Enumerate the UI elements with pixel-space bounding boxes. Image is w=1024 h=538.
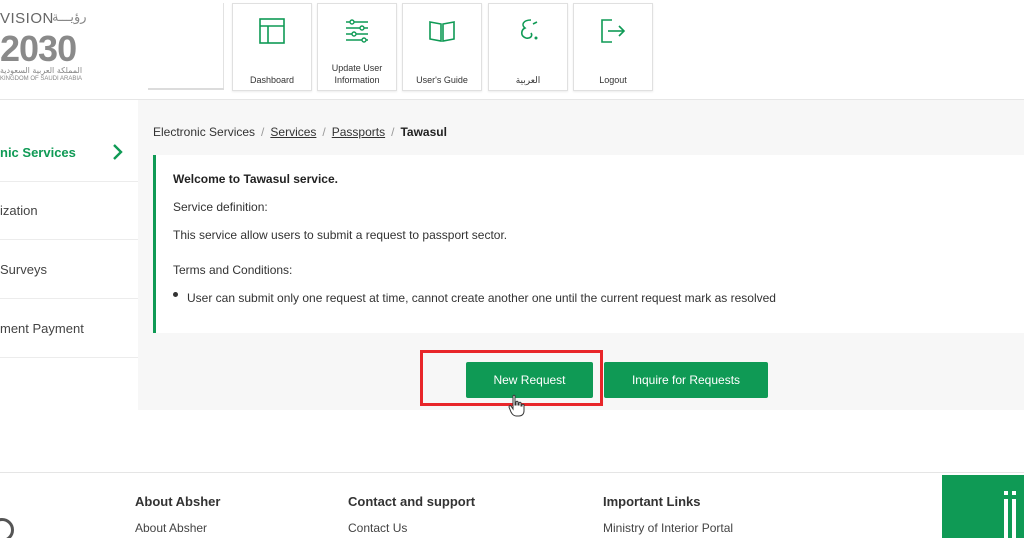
sidebar: nic Services ization Surveys ment Paymen… — [0, 124, 138, 409]
hand-cursor-icon — [508, 394, 525, 417]
inquire-requests-button[interactable]: Inquire for Requests — [604, 362, 768, 398]
nav-logout[interactable]: Logout — [573, 3, 653, 91]
nav-users-guide[interactable]: User's Guide — [402, 3, 482, 91]
service-info-box: Welcome to Tawasul service. Service defi… — [153, 155, 1024, 333]
footer-links-title: Important Links — [603, 494, 701, 509]
nav-arabic-label: العربية — [515, 75, 541, 85]
nav-language-arabic[interactable]: العربية — [488, 3, 568, 91]
footer-about-link[interactable]: About Absher — [135, 521, 207, 535]
nav-logout-label: Logout — [599, 75, 627, 85]
book-icon — [429, 21, 455, 42]
footer-brand-block — [942, 475, 1024, 538]
sidebar-item-label: ment Payment — [0, 321, 84, 336]
logo-year-text: 2030 — [0, 28, 77, 69]
terms-label: Terms and Conditions: — [173, 263, 293, 277]
breadcrumb-passports-link[interactable]: Passports — [332, 125, 385, 139]
footer-divider — [0, 472, 1024, 473]
logo-arabic-text: رؤيـــة — [52, 10, 87, 25]
header-spacer — [148, 3, 224, 89]
breadcrumb-separator: / — [322, 125, 326, 139]
vision-2030-logo: VISION رؤيـــة 2030 المملكة العربية السع… — [0, 8, 100, 88]
chevron-right-icon — [113, 144, 123, 160]
sidebar-item-label: Surveys — [0, 262, 47, 277]
sidebar-item-label: nic Services — [0, 145, 76, 160]
breadcrumb-current: Tawasul — [400, 125, 447, 139]
breadcrumb-electronic-services[interactable]: Electronic Services — [153, 125, 255, 139]
list-settings-icon — [346, 19, 368, 43]
nav-guide-label: User's Guide — [416, 75, 468, 85]
footer-contact-link[interactable]: Contact Us — [348, 521, 407, 535]
sidebar-item-authorization[interactable]: ization — [0, 182, 138, 240]
nav-dashboard-label: Dashboard — [249, 75, 295, 85]
breadcrumb: Electronic Services / Services / Passports / T… — [153, 125, 447, 139]
language-icon — [520, 19, 538, 40]
bullet-icon — [173, 292, 178, 297]
header: VISION رؤيـــة 2030 المملكة العربية السع… — [0, 0, 1024, 100]
accessibility-icon[interactable] — [0, 518, 14, 538]
dashboard-icon — [259, 18, 285, 44]
logo-vision-text: VISION — [0, 10, 54, 27]
term-item: User can submit only one request at time… — [187, 291, 776, 305]
nav-update-label-line1: Update User — [331, 63, 383, 73]
nav-update-label-line2: Information — [334, 75, 380, 85]
breadcrumb-services-link[interactable]: Services — [270, 125, 316, 139]
breadcrumb-separator: / — [261, 125, 265, 139]
footer-contact-title: Contact and support — [348, 494, 476, 509]
sidebar-item-payment[interactable]: ment Payment — [0, 300, 138, 358]
logo-kingdom-text: KINGDOM OF SAUDI ARABIA — [0, 76, 83, 82]
footer-moi-portal-link[interactable]: Ministry of Interior Portal — [603, 521, 733, 535]
logout-icon — [601, 19, 626, 43]
nav-update-user-info[interactable]: Update User Information — [317, 3, 397, 91]
sidebar-item-electronic-services[interactable]: nic Services — [0, 124, 138, 182]
header-divider — [148, 88, 224, 90]
footer-about-title: About Absher — [135, 494, 221, 509]
welcome-heading: Welcome to Tawasul service. — [173, 172, 338, 186]
logo-arabic-kingdom: المملكة العربية السعودية — [0, 66, 83, 75]
absher-logo-icon — [1004, 491, 1016, 538]
breadcrumb-separator: / — [391, 125, 395, 139]
sidebar-item-surveys[interactable]: Surveys — [0, 241, 138, 299]
sidebar-item-label: ization — [0, 203, 38, 218]
nav-dashboard[interactable]: Dashboard — [232, 3, 312, 91]
definition-text: This service allow users to submit a req… — [173, 228, 508, 242]
definition-label: Service definition: — [173, 200, 268, 214]
